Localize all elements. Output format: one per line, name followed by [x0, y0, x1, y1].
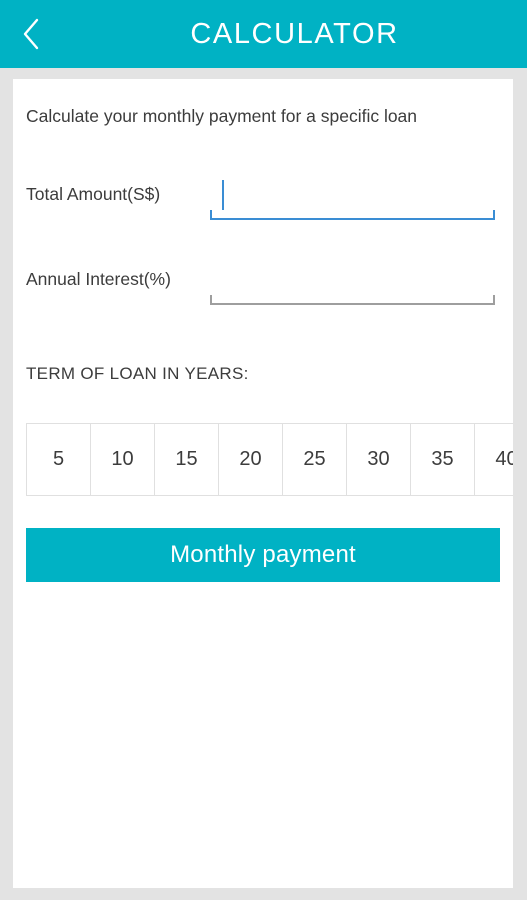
annual-interest-field-wrap	[210, 259, 495, 305]
term-option[interactable]: 10	[90, 423, 155, 496]
term-option[interactable]: 30	[346, 423, 411, 496]
intro-description: Calculate your monthly payment for a spe…	[26, 106, 418, 126]
term-option[interactable]: 20	[218, 423, 283, 496]
total-amount-field-wrap	[210, 174, 495, 220]
calculator-card: Calculate your monthly payment for a spe…	[13, 79, 513, 888]
annual-interest-row: Annual Interest(%)	[13, 259, 513, 305]
term-of-loan-label: TERM OF LOAN IN YEARS:	[26, 364, 249, 383]
page-title: CALCULATOR	[190, 18, 399, 50]
app-bar: CALCULATOR	[0, 0, 527, 68]
total-amount-label: Total Amount(S$)	[26, 184, 161, 204]
term-option[interactable]: 15	[154, 423, 219, 496]
text-caret	[222, 180, 224, 210]
annual-interest-input[interactable]	[210, 259, 495, 303]
annual-interest-label: Annual Interest(%)	[26, 269, 171, 289]
term-option[interactable]: 5	[26, 423, 91, 496]
total-amount-row: Total Amount(S$)	[13, 174, 513, 220]
term-of-loan-selector[interactable]: 5 10 15 20 25 30 35 40	[26, 423, 513, 496]
term-option[interactable]: 40	[474, 423, 513, 496]
monthly-payment-button[interactable]: Monthly payment	[26, 528, 500, 582]
term-option[interactable]: 35	[410, 423, 475, 496]
total-amount-input[interactable]	[210, 174, 495, 218]
term-option[interactable]: 25	[282, 423, 347, 496]
